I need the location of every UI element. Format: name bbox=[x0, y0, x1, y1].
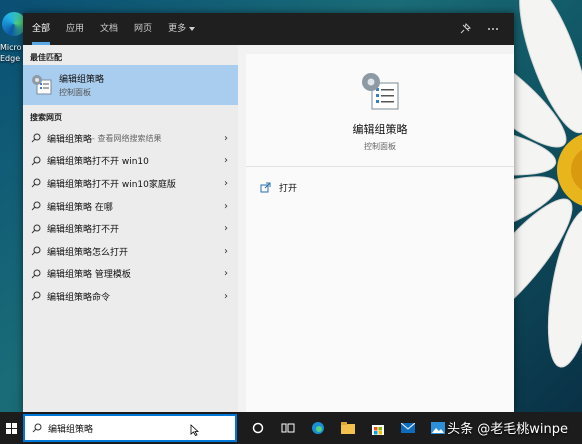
taskbar: 编辑组策略 头条 @老毛桃winpe bbox=[0, 412, 582, 444]
mail-icon[interactable] bbox=[393, 412, 423, 444]
chevron-right-icon: › bbox=[224, 200, 228, 212]
web-suggestion[interactable]: 编辑组策略打不开 win10家庭版 › bbox=[23, 172, 238, 195]
web-suggestion-text: 编辑组策略 bbox=[47, 134, 93, 145]
search-icon bbox=[31, 291, 41, 301]
best-match-heading: 最佳匹配 bbox=[30, 53, 62, 62]
search-icon bbox=[31, 246, 41, 256]
web-suggestion-sub: - 查看网络搜索结果 bbox=[92, 133, 162, 143]
chevron-right-icon: › bbox=[224, 290, 228, 302]
search-tabs-bar: 全部 应用 文档 网页 更多 bbox=[23, 13, 514, 45]
chevron-right-icon: › bbox=[224, 177, 228, 189]
more-options-icon[interactable] bbox=[486, 22, 500, 36]
detail-header: 编辑组策略 控制面板 bbox=[246, 54, 514, 167]
file-explorer-icon[interactable] bbox=[333, 412, 363, 444]
best-match-title: 编辑组策略 bbox=[59, 75, 105, 85]
taskbar-apps bbox=[243, 412, 453, 444]
tab-documents[interactable]: 文档 bbox=[100, 13, 118, 45]
web-suggestion-text: 编辑组策略命令 bbox=[47, 292, 111, 303]
chevron-right-icon: › bbox=[224, 155, 228, 167]
chevron-down-icon bbox=[189, 26, 196, 31]
web-suggestion-text: 编辑组策略打不开 bbox=[47, 225, 120, 236]
web-suggestion-text: 编辑组策略 在哪 bbox=[47, 202, 113, 213]
search-query: 编辑组策略 bbox=[48, 424, 94, 435]
search-icon bbox=[31, 156, 41, 166]
web-search-heading: 搜索网页 bbox=[30, 113, 62, 122]
windows-start-icon[interactable] bbox=[0, 412, 23, 444]
web-suggestion[interactable]: 编辑组策略打不开 › bbox=[23, 217, 238, 240]
mouse-cursor-icon bbox=[190, 424, 199, 436]
tab-web[interactable]: 网页 bbox=[134, 13, 152, 45]
edge-icon[interactable] bbox=[303, 412, 333, 444]
best-match-subtitle: 控制面板 bbox=[59, 88, 91, 97]
chevron-right-icon: › bbox=[224, 223, 228, 235]
web-suggestions: 编辑组策略 - 查看网络搜索结果 › 编辑组策略打不开 win10 › 编辑组策… bbox=[23, 127, 238, 308]
open-action-label: 打开 bbox=[279, 184, 298, 194]
web-suggestion-text: 编辑组策略怎么打开 bbox=[47, 247, 129, 258]
chevron-right-icon: › bbox=[224, 132, 228, 144]
chevron-right-icon: › bbox=[224, 245, 228, 257]
search-icon bbox=[31, 269, 41, 279]
web-suggestion-text: 编辑组策略 管理模板 bbox=[47, 270, 131, 281]
results-list: 最佳匹配 编辑组策略 控制面板 搜索网页 编辑组策略 - 查看网络搜索结果 › bbox=[23, 45, 238, 412]
web-suggestion-text: 编辑组策略打不开 win10家庭版 bbox=[47, 179, 176, 190]
feedback-icon[interactable] bbox=[458, 22, 472, 36]
task-view-icon[interactable] bbox=[273, 412, 303, 444]
store-icon[interactable] bbox=[363, 412, 393, 444]
web-suggestion[interactable]: 编辑组策略 管理模板 › bbox=[23, 263, 238, 286]
group-policy-icon bbox=[32, 75, 52, 95]
edge-desktop-label: Micro Edge bbox=[0, 43, 22, 63]
search-icon bbox=[31, 133, 41, 143]
search-icon bbox=[31, 224, 41, 234]
chevron-right-icon: › bbox=[224, 268, 228, 280]
web-suggestion[interactable]: 编辑组策略怎么打开 › bbox=[23, 240, 238, 263]
cortana-icon[interactable] bbox=[243, 412, 273, 444]
search-icon bbox=[31, 178, 41, 188]
web-suggestion[interactable]: 编辑组策略 在哪 › bbox=[23, 195, 238, 218]
tab-all[interactable]: 全部 bbox=[32, 13, 51, 45]
web-suggestion[interactable]: 编辑组策略命令 › bbox=[23, 285, 238, 308]
open-icon bbox=[260, 182, 271, 193]
tab-more[interactable]: 更多 bbox=[168, 13, 196, 45]
best-match-item[interactable]: 编辑组策略 控制面板 bbox=[23, 65, 238, 105]
web-suggestion-text: 编辑组策略打不开 win10 bbox=[47, 157, 149, 168]
start-search-panel: 全部 应用 文档 网页 更多 最佳匹配 编辑组策略 控制面板 搜索网页 编辑组策… bbox=[23, 13, 514, 412]
taskbar-search-input[interactable]: 编辑组策略 bbox=[23, 414, 237, 442]
open-action[interactable]: 打开 bbox=[246, 167, 514, 194]
tab-more-label: 更多 bbox=[168, 24, 187, 34]
detail-title: 编辑组策略 bbox=[352, 123, 408, 136]
web-suggestion[interactable]: 编辑组策略 - 查看网络搜索结果 › bbox=[23, 127, 238, 150]
detail-category: 控制面板 bbox=[364, 142, 396, 151]
group-policy-large-icon bbox=[362, 73, 399, 110]
web-suggestion[interactable]: 编辑组策略打不开 win10 › bbox=[23, 150, 238, 173]
search-icon bbox=[32, 423, 42, 433]
watermark-text: 头条 @老毛桃winpe bbox=[447, 422, 568, 437]
search-icon bbox=[31, 201, 41, 211]
detail-pane: 编辑组策略 控制面板 打开 bbox=[246, 54, 514, 412]
tab-apps[interactable]: 应用 bbox=[66, 13, 84, 45]
